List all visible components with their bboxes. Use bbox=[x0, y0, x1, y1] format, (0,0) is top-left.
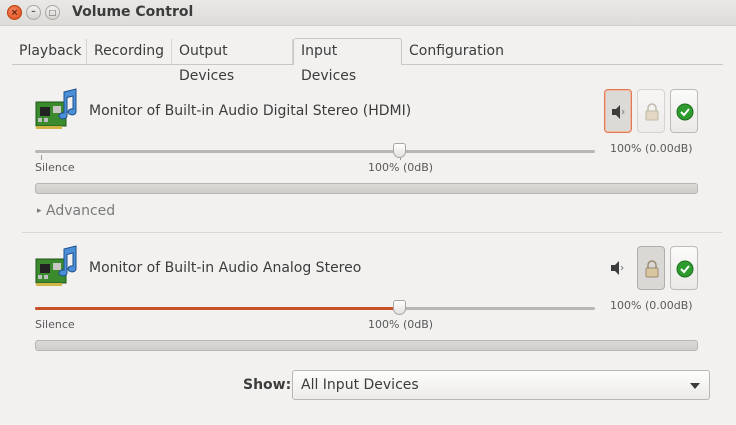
device-name: Monitor of Built-in Audio Analog Stereo bbox=[89, 260, 362, 276]
show-devices-value: All Input Devices bbox=[301, 377, 419, 393]
lock-channels-button[interactable] bbox=[637, 246, 665, 290]
advanced-label: Advanced bbox=[45, 203, 116, 219]
mute-button[interactable] bbox=[604, 89, 632, 133]
tab-playback[interactable]: Playback bbox=[12, 39, 87, 64]
set-default-button[interactable] bbox=[670, 246, 698, 290]
silence-label: Silence bbox=[35, 161, 75, 174]
check-icon bbox=[676, 103, 694, 121]
set-default-button[interactable] bbox=[670, 89, 698, 133]
tab-input-devices[interactable]: Input Devices bbox=[293, 38, 402, 84]
chevron-down-icon bbox=[690, 383, 700, 389]
volume-slider-handle[interactable] bbox=[393, 300, 406, 315]
device-name: Monitor of Built-in Audio Digital Stereo… bbox=[89, 103, 412, 119]
section-separator bbox=[22, 232, 722, 233]
volume-slider-fill bbox=[35, 307, 400, 310]
slider-tick-silence bbox=[41, 155, 42, 160]
speaker-muted-icon bbox=[611, 261, 624, 275]
show-label: Show: bbox=[243, 377, 292, 393]
lock-icon bbox=[645, 260, 659, 278]
window-title: Volume Control bbox=[72, 4, 194, 20]
volume-slider-handle[interactable] bbox=[393, 143, 406, 158]
tab-bar: Playback Recording Output Devices Input … bbox=[12, 38, 723, 84]
sound-card-icon bbox=[34, 245, 78, 289]
mark-label: 100% (0dB) bbox=[368, 318, 434, 331]
maximize-icon[interactable]: □ bbox=[45, 5, 60, 20]
advanced-expander[interactable]: ▸ Advanced bbox=[37, 203, 115, 219]
expander-arrow-icon: ▸ bbox=[37, 206, 42, 216]
silence-label: Silence bbox=[35, 318, 75, 331]
minimize-icon[interactable]: – bbox=[26, 5, 41, 20]
volume-value: 100% (0.00dB) bbox=[610, 299, 693, 312]
volume-slider-track[interactable] bbox=[35, 150, 595, 153]
tab-recording[interactable]: Recording bbox=[87, 39, 172, 64]
speaker-muted-icon bbox=[612, 105, 625, 119]
tab-configuration[interactable]: Configuration bbox=[402, 39, 514, 64]
peak-meter bbox=[35, 183, 698, 194]
lock-icon bbox=[645, 103, 659, 121]
mute-button[interactable] bbox=[608, 258, 628, 282]
mark-label: 100% (0dB) bbox=[368, 161, 434, 174]
check-icon bbox=[676, 260, 694, 278]
show-devices-combo[interactable]: All Input Devices bbox=[292, 370, 710, 400]
peak-meter bbox=[35, 340, 698, 351]
tab-output-devices[interactable]: Output Devices bbox=[172, 39, 293, 84]
lock-channels-button[interactable] bbox=[637, 89, 665, 133]
sound-card-icon bbox=[34, 88, 78, 132]
volume-value: 100% (0.00dB) bbox=[610, 142, 693, 155]
close-icon[interactable]: × bbox=[7, 5, 22, 20]
title-bar: × – □ Volume Control bbox=[0, 0, 736, 26]
